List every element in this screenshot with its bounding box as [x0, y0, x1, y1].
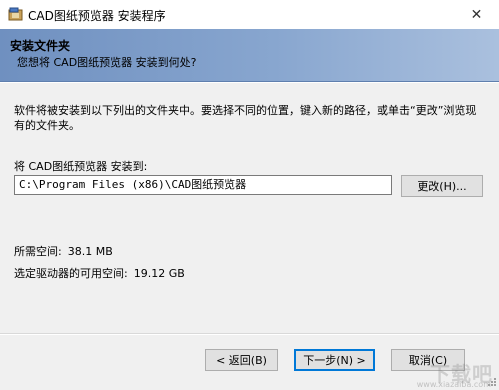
installer-app-icon: [8, 7, 23, 22]
title-bar: CAD图纸预览器 安装程序 ✕: [0, 0, 499, 30]
required-space-value: 38.1 MB: [67, 245, 113, 258]
change-folder-button[interactable]: 更改(H)...: [401, 175, 483, 197]
resize-grip-icon[interactable]: [485, 375, 497, 387]
header-subtitle: 您想将 CAD图纸预览器 安装到何处?: [17, 56, 197, 69]
install-path-field[interactable]: C:\Program Files (x86)\CAD图纸预览器: [14, 175, 392, 195]
footer-divider: [0, 333, 499, 335]
next-button-label: 下一步(N) >: [303, 354, 366, 367]
description-text: 软件将被安装到以下列出的文件夹中。要选择不同的位置，键入新的路径，或单击“更改”…: [14, 104, 477, 132]
wizard-header: 安装文件夹 您想将 CAD图纸预览器 安装到何处?: [0, 29, 499, 82]
back-button-label: < 返回(B): [216, 354, 267, 367]
header-title: 安装文件夹: [10, 39, 71, 53]
watermark-url: www.xiazaiba.com: [416, 380, 491, 389]
install-path-value: C:\Program Files (x86)\CAD图纸预览器: [19, 178, 247, 191]
install-to-label: 将 CAD图纸预览器 安装到:: [14, 160, 148, 173]
available-space-row: 选定驱动器的可用空间: 19.12 GB: [14, 265, 185, 281]
close-button[interactable]: ✕: [454, 0, 499, 29]
available-space-label: 选定驱动器的可用空间:: [14, 267, 128, 280]
change-folder-label: 更改(H)...: [417, 180, 467, 193]
available-space-value: 19.12 GB: [133, 267, 185, 280]
back-button[interactable]: < 返回(B): [205, 349, 278, 371]
required-space-label: 所需空间:: [14, 245, 62, 258]
window-title: CAD图纸预览器 安装程序: [28, 9, 166, 23]
required-space-row: 所需空间: 38.1 MB: [14, 243, 113, 259]
header-divider: [0, 82, 499, 83]
close-icon: ✕: [470, 6, 483, 23]
next-button[interactable]: 下一步(N) >: [294, 349, 375, 371]
